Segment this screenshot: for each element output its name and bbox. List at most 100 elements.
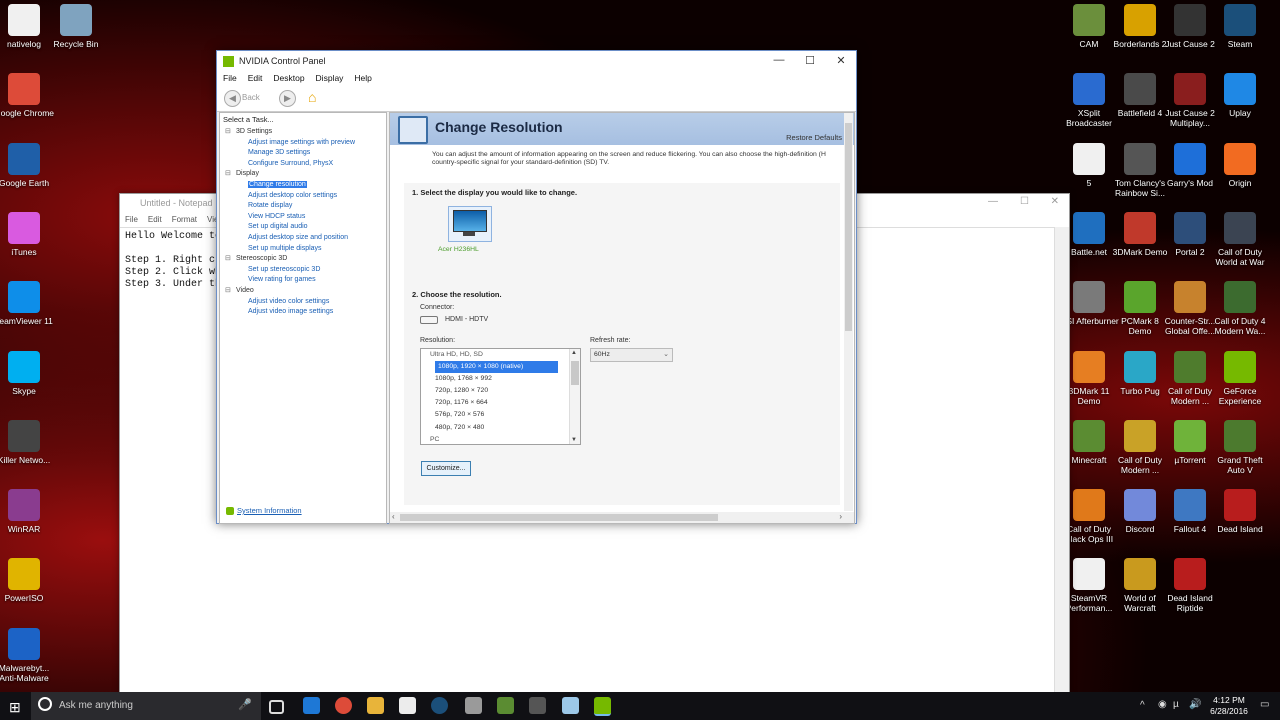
content-horizontal-scrollbar[interactable]: ‹ › — [390, 512, 854, 523]
minimize-icon[interactable]: — — [772, 54, 786, 66]
tree-task-link[interactable]: Rotate display — [224, 201, 384, 212]
scroll-down-icon[interactable]: ▼ — [571, 437, 577, 443]
back-label[interactable]: Back — [242, 93, 260, 102]
just-cause-icon[interactable] — [529, 697, 546, 714]
resolution-list-scrollbar[interactable]: ▲ ▼ — [569, 349, 580, 444]
minecraft-icon[interactable] — [497, 697, 514, 714]
desktop-icon[interactable]: Grand Theft Auto V — [1210, 419, 1270, 475]
search-box[interactable]: Ask me anything 🎤 — [31, 692, 261, 720]
restore-defaults-link[interactable]: Restore Defaults — [786, 133, 842, 142]
tree-task-link[interactable]: Manage 3D settings — [224, 148, 384, 159]
store-icon[interactable] — [399, 697, 416, 714]
unity-icon[interactable] — [465, 697, 482, 714]
chrome-icon[interactable] — [335, 697, 352, 714]
refresh-rate-dropdown[interactable]: 60Hz ⌄ — [590, 348, 673, 362]
nvidia-control-panel-window[interactable]: NVIDIA Control Panel — ☐ ✕ File Edit Des… — [216, 50, 857, 524]
menu-file[interactable]: File — [125, 215, 138, 224]
desktop-icon[interactable]: Skype — [0, 350, 54, 396]
resolution-option[interactable]: 720p, 1176 × 664 — [421, 397, 580, 409]
horizontal-scroll-thumb[interactable] — [400, 514, 718, 521]
desktop-icon[interactable]: TeamViewer 11 — [0, 281, 54, 326]
tree-task-link[interactable]: Set up digital audio — [224, 222, 384, 233]
edge-icon[interactable] — [303, 697, 320, 714]
customize-button[interactable]: Customize... — [421, 461, 471, 476]
resolution-option[interactable]: 576p, 720 × 576 — [421, 409, 580, 421]
maximize-icon[interactable]: ☐ — [1020, 196, 1029, 207]
tree-category[interactable]: 3D Settings — [224, 127, 384, 138]
home-icon[interactable]: ⌂ — [308, 89, 316, 105]
notifications-icon[interactable]: ▭ — [1260, 699, 1269, 710]
system-clock[interactable]: 4:12 PM 6/28/2016 — [1205, 695, 1253, 717]
tree-task-link[interactable]: Change resolution — [224, 180, 384, 191]
desktop-icon[interactable]: Steam — [1210, 4, 1270, 49]
desktop-icon[interactable]: Dead Island — [1210, 489, 1270, 534]
tree-task-link[interactable]: View HDCP status — [224, 212, 384, 223]
desktop-icon[interactable]: Origin — [1210, 142, 1270, 188]
resolution-option[interactable]: 1080p, 1768 × 992 — [421, 373, 580, 385]
back-arrow-icon[interactable]: ◀ — [224, 90, 241, 107]
tree-task-link[interactable]: View rating for games — [224, 275, 384, 286]
task-view-icon[interactable] — [269, 700, 284, 714]
maximize-icon[interactable]: ☐ — [803, 54, 817, 67]
windows-start-icon[interactable]: ⊞ — [9, 699, 21, 716]
system-information-link[interactable]: System Information — [226, 506, 302, 515]
file-explorer-icon[interactable] — [367, 697, 384, 714]
steam-tray-icon[interactable]: ◉ — [1158, 699, 1167, 710]
tree-task-link[interactable]: Adjust desktop color settings — [224, 191, 384, 202]
desktop-icon[interactable]: Dead Island Riptide — [1160, 558, 1220, 613]
desktop-icon[interactable]: PowerISO — [0, 558, 54, 603]
steam-icon[interactable] — [431, 697, 448, 714]
menu-desktop[interactable]: Desktop — [273, 73, 304, 83]
resolution-option[interactable]: 720p, 1280 × 720 — [421, 385, 580, 397]
tree-task-link[interactable]: Set up stereoscopic 3D — [224, 265, 384, 276]
volume-icon[interactable]: 🔊 — [1189, 699, 1201, 710]
menu-help[interactable]: Help — [354, 73, 371, 83]
resolution-option[interactable]: 480p, 720 × 480 — [421, 422, 580, 434]
desktop-icon[interactable]: iTunes — [0, 211, 54, 257]
menu-display[interactable]: Display — [316, 73, 344, 83]
notepad-scrollbar[interactable] — [1054, 227, 1069, 693]
microphone-icon[interactable]: 🎤 — [238, 698, 252, 711]
tree-task-link[interactable]: Adjust image settings with preview — [224, 138, 384, 149]
nvidia-titlebar[interactable]: NVIDIA Control Panel — ☐ ✕ — [217, 51, 856, 71]
close-icon[interactable]: ✕ — [834, 54, 848, 67]
desktop-icon[interactable]: Malwarebyt... Anti-Malware — [0, 627, 54, 683]
tree-task-link[interactable]: Set up multiple displays — [224, 244, 384, 255]
scroll-up-icon[interactable]: ▲ — [571, 350, 577, 356]
tree-category[interactable]: Video — [224, 286, 384, 297]
scroll-right-icon[interactable]: › — [839, 512, 842, 521]
scroll-thumb[interactable] — [571, 361, 579, 385]
desktop-icon[interactable]: Recycle Bin — [46, 4, 106, 49]
menu-format[interactable]: Format — [172, 215, 197, 224]
minimize-icon[interactable]: — — [988, 196, 998, 207]
desktop-icon[interactable]: Google Earth — [0, 142, 54, 188]
desktop-icon[interactable]: Killer Netwo... — [0, 419, 54, 465]
desktop-icon[interactable]: Call of Duty 4 Modern Wa... — [1210, 281, 1270, 336]
desktop-icon[interactable]: Call of Duty World at War — [1210, 211, 1270, 267]
scroll-left-icon[interactable]: ‹ — [392, 512, 395, 521]
desktop-icon[interactable]: Google Chrome — [0, 73, 54, 118]
menu-edit[interactable]: Edit — [148, 215, 162, 224]
resolution-option[interactable]: 1080p, 1920 × 1080 (native) — [421, 361, 580, 374]
menu-edit[interactable]: Edit — [248, 73, 263, 83]
vertical-scroll-thumb[interactable] — [845, 123, 852, 331]
tree-task-link[interactable]: Adjust video color settings — [224, 297, 384, 308]
desktop-icon[interactable]: Uplay — [1210, 73, 1270, 118]
tree-task-link[interactable]: Adjust video image settings — [224, 307, 384, 318]
tray-chevron-icon[interactable]: ^ — [1140, 700, 1145, 711]
notepad-icon[interactable] — [562, 697, 579, 714]
utorrent-tray-icon[interactable]: µ — [1173, 699, 1179, 710]
tree-task-link[interactable]: Configure Surround, PhysX — [224, 159, 384, 170]
display-selector[interactable] — [448, 206, 492, 242]
tree-task-link[interactable]: Adjust desktop size and position — [224, 233, 384, 244]
close-icon[interactable]: ✕ — [1051, 196, 1059, 207]
menu-file[interactable]: File — [223, 73, 237, 83]
content-vertical-scrollbar[interactable] — [844, 113, 853, 511]
desktop-icon[interactable]: GeForce Experience — [1210, 350, 1270, 406]
desktop-icon[interactable]: WinRAR — [0, 489, 54, 534]
tree-category[interactable]: Stereoscopic 3D — [224, 254, 384, 265]
display-name[interactable]: Acer H236HL — [438, 246, 479, 253]
nvidia-taskbar-icon[interactable] — [594, 697, 611, 716]
resolution-list[interactable]: Ultra HD, HD, SD 1080p, 1920 × 1080 (nati… — [420, 348, 581, 445]
tree-category[interactable]: Display — [224, 169, 384, 180]
